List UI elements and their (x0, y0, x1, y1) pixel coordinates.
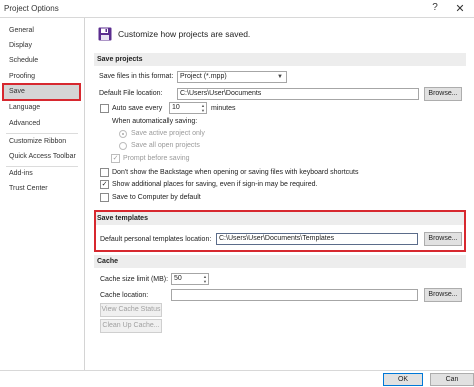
title-bar: Project Options ? ✕ (0, 0, 474, 18)
default-location-input[interactable]: C:\Users\User\Documents (177, 88, 419, 100)
sidebar-item-display[interactable]: Display (3, 39, 81, 53)
window-title: Project Options (4, 4, 59, 13)
chevron-down-icon: ▼ (277, 74, 283, 80)
sidebar-divider (6, 133, 78, 134)
prompt-before-saving-checkbox[interactable]: ✓ (111, 154, 120, 163)
show-additional-places-checkbox[interactable]: ✓ (100, 180, 109, 189)
save-to-computer-checkbox[interactable] (100, 193, 109, 202)
spin-arrows-icon: ▲ ▼ (201, 103, 205, 113)
cancel-button[interactable]: Can (430, 373, 474, 386)
save-active-project-radio[interactable] (119, 130, 127, 138)
default-location-label: Default File location: (99, 90, 163, 97)
autosave-minutes-value: 10 (172, 104, 180, 111)
autosave-unit-label: minutes (211, 105, 236, 112)
cache-size-input[interactable]: 50 ▲ ▼ (171, 273, 209, 285)
cache-header: Cache (94, 255, 466, 268)
sidebar-item-quick-access-toolbar[interactable]: Quick Access Toolbar (3, 150, 81, 164)
no-backstage-checkbox[interactable] (100, 168, 109, 177)
sidebar-item-advanced[interactable]: Advanced (3, 117, 81, 131)
ok-button[interactable]: OK (383, 373, 423, 386)
prompt-before-saving-label: Prompt before saving (123, 155, 190, 162)
save-all-projects-label: Save all open projects (131, 142, 200, 149)
autosave-minutes-input[interactable]: 10 ▲ ▼ (169, 102, 207, 114)
show-additional-places-label: Show additional places for saving, even … (112, 181, 318, 188)
help-button[interactable]: ? (427, 2, 443, 13)
sidebar-item-language[interactable]: Language (3, 101, 81, 115)
save-active-project-label: Save active project only (131, 130, 205, 137)
save-all-projects-radio[interactable] (119, 142, 127, 150)
clean-up-cache-button[interactable]: Clean Up Cache... (100, 319, 162, 333)
save-templates-highlight-box (94, 210, 466, 252)
cache-size-label: Cache size limit (MB): (100, 276, 169, 283)
no-backstage-label: Don't show the Backstage when opening or… (112, 169, 359, 176)
sidebar-item-customize-ribbon[interactable]: Customize Ribbon (3, 135, 81, 149)
cache-location-input[interactable] (171, 289, 418, 301)
save-format-value: Project (*.mpp) (180, 73, 227, 80)
dialog-footer: OK Can (0, 370, 474, 387)
page-header-text: Customize how projects are saved. (118, 29, 251, 39)
save-highlight-box (2, 83, 81, 101)
sidebar-item-add-ins[interactable]: Add-ins (3, 167, 81, 181)
options-content: Customize how projects are saved. Save p… (86, 18, 474, 370)
sidebar-item-schedule[interactable]: Schedule (3, 54, 81, 68)
options-sidebar: General Display Schedule Proofing Save L… (0, 18, 85, 370)
floppy-disk-icon (98, 27, 112, 41)
close-button[interactable]: ✕ (452, 2, 468, 15)
spin-arrows-icon: ▲ ▼ (203, 274, 207, 284)
save-format-label: Save files in this format: (99, 73, 174, 80)
sidebar-item-proofing[interactable]: Proofing (3, 70, 81, 84)
cache-location-label: Cache location: (100, 292, 149, 299)
autosave-checkbox[interactable] (100, 104, 109, 113)
save-projects-header: Save projects (94, 53, 466, 66)
view-cache-status-button[interactable]: View Cache Status (100, 303, 162, 317)
autosave-label: Auto save every (112, 105, 163, 112)
sidebar-item-general[interactable]: General (3, 24, 81, 38)
cache-browse-button[interactable]: Browse... (424, 288, 462, 302)
sidebar-item-trust-center[interactable]: Trust Center (3, 182, 81, 196)
save-format-select[interactable]: Project (*.mpp) ▼ (177, 71, 287, 83)
when-autosaving-label: When automatically saving: (112, 118, 198, 125)
default-location-browse-button[interactable]: Browse... (424, 87, 462, 101)
cache-size-value: 50 (174, 275, 182, 282)
save-to-computer-label: Save to Computer by default (112, 194, 201, 201)
